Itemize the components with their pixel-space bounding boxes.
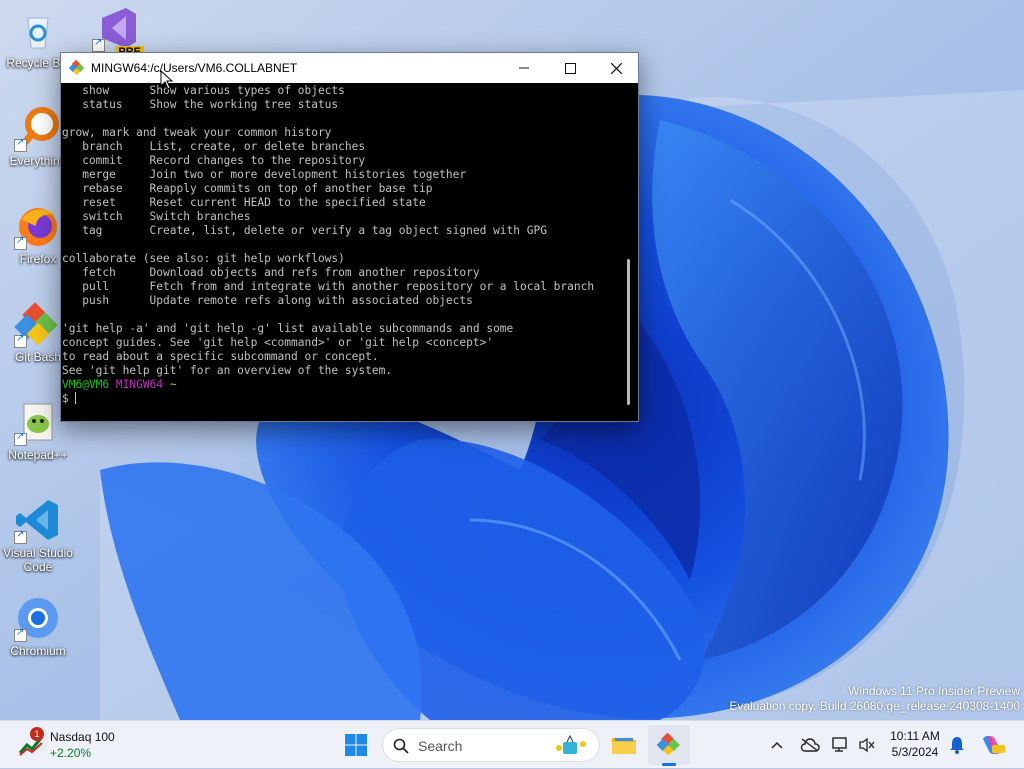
- onedrive-tray-button[interactable]: [798, 721, 822, 769]
- visual-studio-icon: PRE: [92, 4, 144, 58]
- network-tray-button[interactable]: [830, 721, 852, 769]
- text-cursor: [75, 392, 77, 404]
- prompt-env: MINGW64: [115, 378, 164, 391]
- git-bash-icon: [69, 60, 85, 76]
- notifications-button[interactable]: [946, 721, 968, 769]
- mouse-pointer-icon: [160, 70, 174, 90]
- desktop-icon-vscode[interactable]: Visual Studio Code: [0, 496, 76, 574]
- widget-stock-ticker[interactable]: Nasdaq 100 +2.20%: [50, 729, 115, 761]
- taskbar-search-box[interactable]: Search: [382, 728, 600, 762]
- volume-muted-icon: [859, 737, 875, 753]
- shortcut-arrow-icon: [14, 137, 27, 152]
- scrollbar-thumb[interactable]: [627, 259, 630, 405]
- search-placeholder: Search: [418, 738, 463, 754]
- widget-stock-change: +2.20%: [50, 746, 92, 760]
- terminal-text: show Show various types of objects statu…: [62, 84, 595, 377]
- volume-tray-button[interactable]: [856, 721, 878, 769]
- recycle-bin-icon: [14, 6, 62, 54]
- clock-time: 10:11 AM: [890, 729, 940, 743]
- shortcut-arrow-icon: [14, 333, 27, 348]
- prompt-user: VM6@VM6: [62, 378, 110, 391]
- clock-date: 5/3/2024: [891, 745, 939, 759]
- maximize-button[interactable]: [547, 53, 593, 83]
- widget-stock-name: Nasdaq 100: [50, 730, 115, 744]
- git-bash-taskbar-button[interactable]: [648, 725, 690, 766]
- minimize-icon: [519, 67, 529, 69]
- shortcut-arrow-icon: [14, 235, 27, 250]
- terminal-output[interactable]: show Show various types of objects statu…: [61, 83, 621, 421]
- show-hidden-icons-button[interactable]: [766, 721, 788, 769]
- desktop-icon-visual-studio-preview[interactable]: PRE: [78, 4, 154, 58]
- prompt-path: ~: [169, 378, 177, 391]
- network-icon: [832, 737, 847, 752]
- vscode-icon: [14, 496, 62, 544]
- terminal-prompt: VM6@VM6 MINGW64 ~: [61, 378, 621, 392]
- everything-search-icon: [14, 104, 62, 152]
- copilot-button[interactable]: [976, 721, 1008, 769]
- file-explorer-button[interactable]: [604, 721, 644, 769]
- active-app-indicator: [662, 763, 676, 766]
- folder-icon: [612, 738, 636, 754]
- window-title: MINGW64:/c/Users/VM6.COLLABNET: [91, 61, 298, 75]
- notepadpp-icon: [14, 398, 62, 446]
- close-icon: [610, 62, 622, 74]
- prompt-symbol: $: [62, 392, 76, 405]
- desktop-icon-label: Notepad++: [8, 448, 68, 462]
- shortcut-arrow-icon: [92, 37, 105, 52]
- chromium-icon: [14, 594, 62, 642]
- shortcut-arrow-icon: [14, 431, 27, 446]
- git-bash-icon: [14, 300, 62, 348]
- taskbar-clock[interactable]: 10:11 AM 5/3/2024: [884, 728, 946, 760]
- terminal-scrollbar[interactable]: [621, 83, 638, 421]
- windows-logo-icon: [345, 734, 367, 756]
- search-icon: [393, 738, 409, 754]
- widgets-stock-icon[interactable]: 1: [14, 721, 50, 769]
- search-highlight-icon: [556, 734, 586, 754]
- start-button[interactable]: [336, 721, 376, 769]
- shortcut-arrow-icon: [14, 529, 27, 544]
- copilot-icon: [983, 736, 1005, 754]
- terminal-input-line[interactable]: $: [61, 392, 621, 406]
- minimize-button[interactable]: [501, 53, 547, 83]
- git-bash-icon: [657, 733, 680, 756]
- desktop-icon-label: Visual Studio Code: [3, 546, 73, 574]
- close-button[interactable]: [593, 53, 639, 83]
- desktop-icon-chromium[interactable]: Chromium: [0, 594, 76, 658]
- notification-badge: 1: [30, 727, 44, 741]
- desktop-icon-label: Chromium: [10, 644, 66, 658]
- watermark-line-2: Evaluation copy. Build 26080.ge_release.…: [729, 699, 1020, 713]
- bell-icon: [950, 737, 964, 754]
- git-bash-terminal-window[interactable]: MINGW64:/c/Users/VM6.COLLABNET show Show…: [60, 52, 639, 422]
- insider-preview-watermark: Windows 11 Pro Insider Preview Evaluatio…: [729, 684, 1020, 714]
- firefox-icon: [14, 202, 62, 250]
- window-titlebar[interactable]: MINGW64:/c/Users/VM6.COLLABNET: [61, 53, 638, 83]
- watermark-line-1: Windows 11 Pro Insider Preview: [848, 684, 1020, 698]
- chevron-up-icon: [771, 741, 783, 749]
- cloud-offline-icon: [800, 738, 820, 752]
- shortcut-arrow-icon: [14, 627, 27, 642]
- taskbar: 1 Nasdaq 100 +2.20% Search 10:11 AM 5/3/…: [0, 720, 1024, 768]
- maximize-icon: [564, 62, 576, 74]
